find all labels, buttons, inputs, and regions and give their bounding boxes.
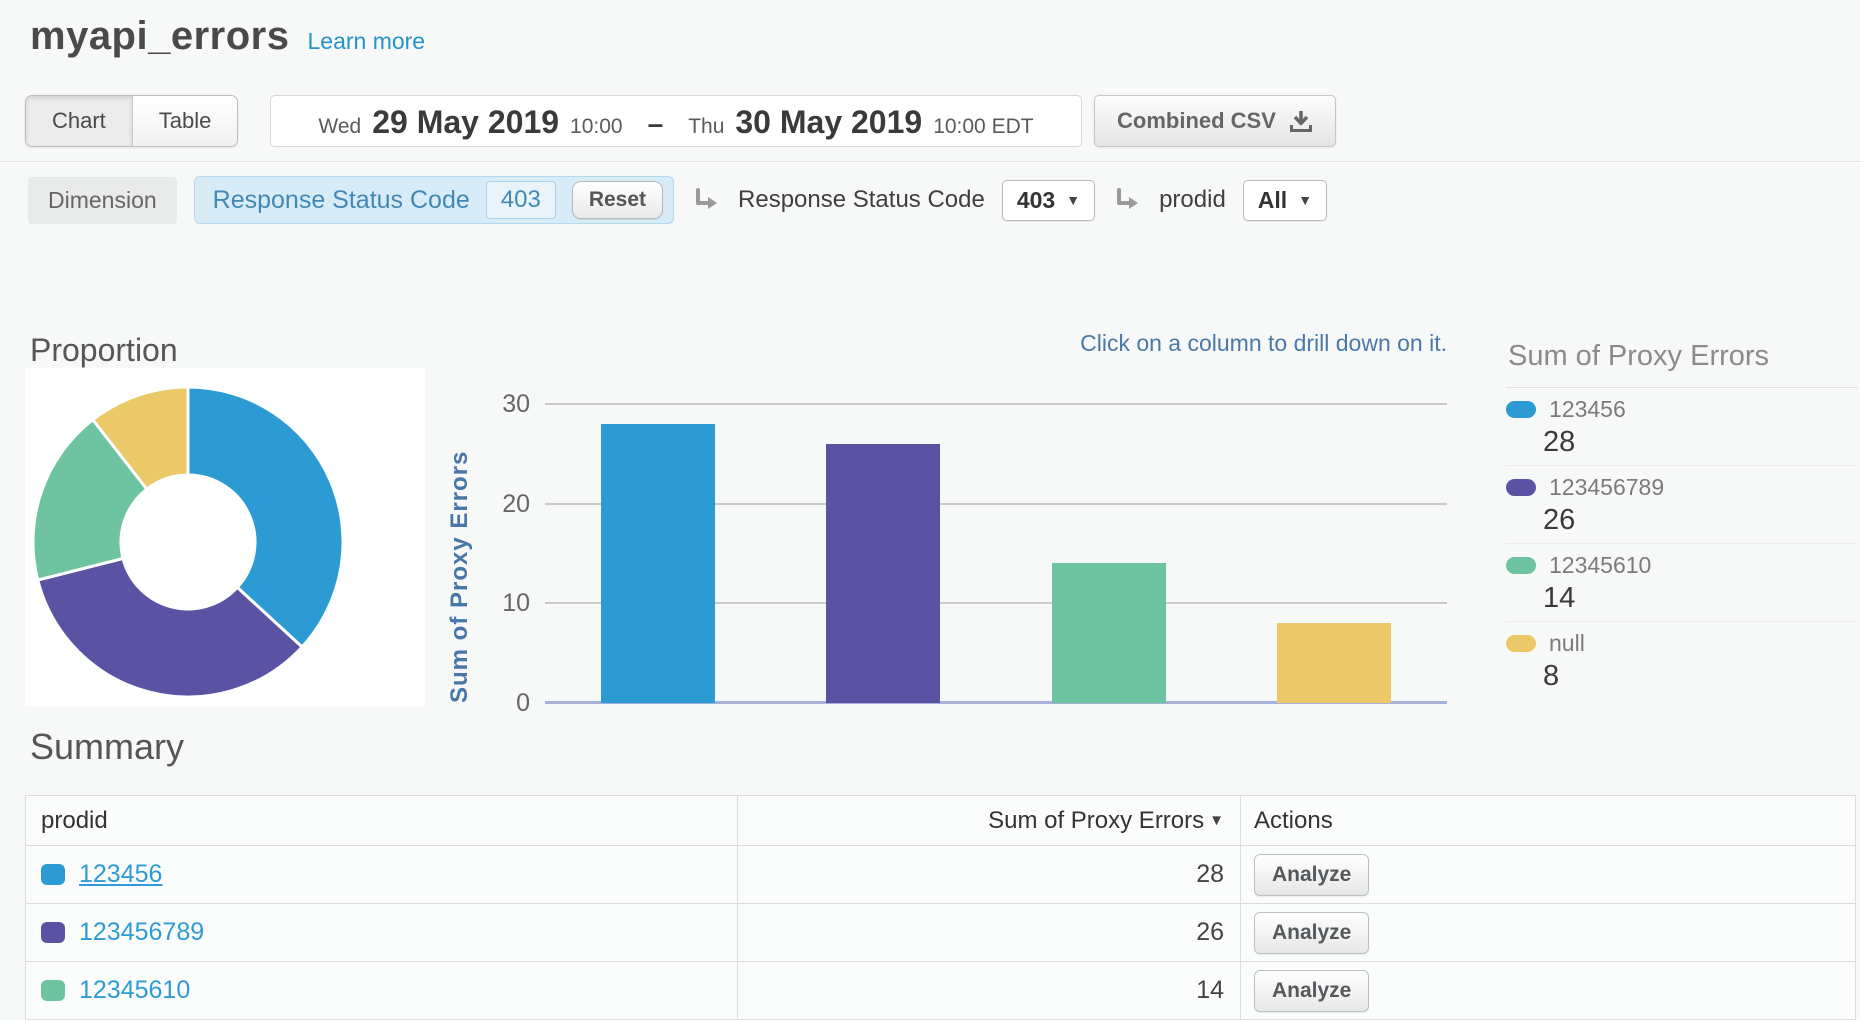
analyze-button[interactable]: Analyze — [1254, 912, 1369, 954]
combined-csv-label: Combined CSV — [1117, 108, 1276, 134]
legend-value: 26 — [1543, 504, 1858, 537]
status-code-select[interactable]: 403 ▼ — [1002, 180, 1095, 221]
legend-value: 14 — [1543, 582, 1858, 615]
page-header: myapi_errors Learn more — [30, 14, 425, 59]
sum-value-cell: 28 — [738, 846, 1241, 904]
sum-value-cell: 26 — [738, 904, 1241, 962]
start-date: 29 May 2019 — [372, 104, 559, 141]
bar-123456789[interactable] — [826, 444, 940, 703]
proportion-heading: Proportion — [30, 332, 178, 369]
table-row: 12345610 14 Analyze — [26, 962, 1856, 1020]
legend-label-row: null — [1506, 630, 1858, 657]
legend-label: 12345610 — [1549, 552, 1651, 579]
legend-value: 8 — [1543, 660, 1858, 693]
bar-null[interactable] — [1277, 623, 1391, 703]
status-code-selected-value: 403 — [1017, 187, 1055, 214]
table-row: 123456789 26 Analyze — [26, 904, 1856, 962]
toolbar-divider — [0, 161, 1860, 162]
page-title: myapi_errors — [30, 14, 289, 59]
y-axis-title: Sum of Proxy Errors — [446, 404, 474, 703]
y-tick-30: 30 — [430, 388, 530, 420]
column-header-prodid[interactable]: prodid — [26, 796, 738, 846]
legend-label-row: 12345610 — [1506, 552, 1858, 579]
sum-value-cell: 14 — [738, 962, 1241, 1020]
legend-label-row: 123456789 — [1506, 474, 1858, 501]
legend-item: 12345610 14 — [1506, 544, 1858, 622]
download-icon — [1289, 109, 1313, 133]
legend-swatch — [1506, 479, 1536, 496]
drilldown-dimension-name: prodid — [1159, 186, 1226, 214]
proportion-donut — [25, 368, 425, 706]
column-header-sum-label: Sum of Proxy Errors — [988, 807, 1204, 834]
drilldown-hint: Click on a column to drill down on it. — [545, 330, 1447, 357]
legend-items: 123456 28 123456789 26 12345610 14 null 8 — [1506, 388, 1858, 699]
filter-row: Dimension Response Status Code 403 Reset… — [28, 176, 1327, 224]
gridline-30 — [545, 403, 1447, 405]
end-time: 10:00 EDT — [933, 115, 1033, 139]
legend-swatch — [1506, 557, 1536, 574]
prodid-link[interactable]: 123456 — [79, 860, 162, 889]
legend-item: 123456789 26 — [1506, 466, 1858, 544]
reset-filter-button[interactable]: Reset — [572, 181, 663, 219]
drilldown-dimension-name: Response Status Code — [738, 186, 985, 214]
legend-swatch — [1506, 401, 1536, 418]
analyze-button[interactable]: Analyze — [1254, 854, 1369, 896]
summary-header-row: prodid Sum of Proxy Errors ▼ Actions — [26, 796, 1856, 846]
learn-more-link[interactable]: Learn more — [307, 28, 425, 55]
legend-title: Sum of Proxy Errors — [1506, 336, 1858, 388]
legend: Sum of Proxy Errors 12345628123456789261… — [1506, 336, 1858, 699]
end-day: Thu — [688, 115, 724, 139]
prodid-swatch — [41, 864, 65, 885]
active-filter-chip: Response Status Code 403 Reset — [194, 176, 674, 224]
tab-table[interactable]: Table — [132, 96, 238, 146]
date-range-picker[interactable]: Wed 29 May 2019 10:00 – Thu 30 May 2019 … — [270, 95, 1082, 147]
legend-value: 28 — [1543, 426, 1858, 459]
end-date: 30 May 2019 — [735, 104, 922, 141]
y-tick-10: 10 — [430, 587, 530, 619]
y-tick-0: 0 — [430, 687, 530, 719]
prodid-link[interactable]: 12345610 — [79, 976, 190, 1005]
bar-123456[interactable] — [601, 424, 715, 703]
legend-label-row: 123456 — [1506, 396, 1858, 423]
proportion-donut-card — [25, 368, 425, 706]
legend-item: 123456 28 — [1506, 388, 1858, 466]
column-header-actions: Actions — [1241, 796, 1856, 846]
column-header-sum[interactable]: Sum of Proxy Errors ▼ — [738, 796, 1241, 846]
legend-label: 123456 — [1549, 396, 1626, 423]
date-range-separator: – — [648, 108, 664, 140]
tab-chart[interactable]: Chart — [26, 96, 132, 146]
view-toggle: Chart Table — [25, 95, 238, 147]
prodid-link[interactable]: 123456789 — [79, 918, 204, 947]
dimension-label: Dimension — [28, 177, 177, 224]
legend-swatch — [1506, 635, 1536, 652]
drilldown-arrow-icon — [691, 187, 721, 217]
analyze-button[interactable]: Analyze — [1254, 970, 1369, 1012]
start-time: 10:00 — [570, 115, 623, 139]
caret-down-icon: ▼ — [1066, 192, 1080, 208]
summary-table: prodid Sum of Proxy Errors ▼ Actions 1234… — [25, 795, 1856, 1020]
combined-csv-button[interactable]: Combined CSV — [1094, 95, 1336, 147]
prodid-swatch — [41, 922, 65, 943]
bar-12345610[interactable] — [1052, 563, 1166, 703]
drilldown-arrow-icon — [1112, 187, 1142, 217]
sort-desc-icon: ▼ — [1209, 812, 1224, 829]
prodid-swatch — [41, 980, 65, 1001]
y-tick-20: 20 — [430, 488, 530, 520]
prodid-selected-value: All — [1258, 187, 1287, 214]
legend-label: 123456789 — [1549, 474, 1664, 501]
summary-heading: Summary — [30, 726, 184, 768]
prodid-select[interactable]: All ▼ — [1243, 180, 1327, 221]
active-filter-name: Response Status Code — [213, 186, 470, 215]
active-filter-value-badge: 403 — [486, 181, 556, 219]
caret-down-icon: ▼ — [1298, 192, 1312, 208]
start-day: Wed — [318, 115, 361, 139]
table-row: 123456 28 Analyze — [26, 846, 1856, 904]
legend-item: null 8 — [1506, 622, 1858, 699]
legend-label: null — [1549, 630, 1585, 657]
